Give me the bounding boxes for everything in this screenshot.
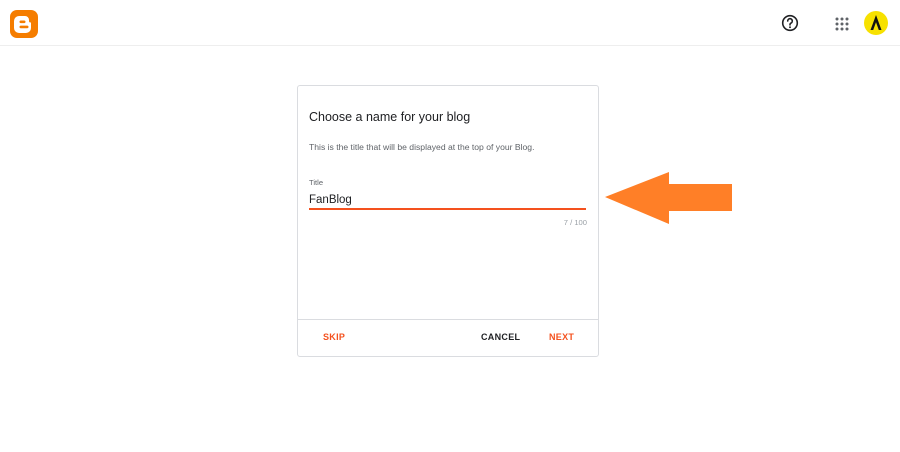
pointer-arrow-icon	[605, 171, 733, 225]
blog-title-input[interactable]	[309, 191, 586, 210]
skip-button[interactable]: SKIP	[323, 332, 345, 342]
cancel-button[interactable]: CANCEL	[481, 332, 520, 342]
next-button[interactable]: NEXT	[549, 332, 574, 342]
character-counter: 7 / 100	[563, 218, 587, 227]
dialog-description: This is the title that will be displayed…	[309, 142, 535, 152]
user-avatar-icon[interactable]	[864, 11, 888, 35]
apps-grid-icon[interactable]	[834, 16, 850, 32]
dialog-footer: SKIP CANCEL NEXT	[298, 319, 598, 356]
top-bar	[0, 0, 900, 46]
help-circle-icon[interactable]	[780, 13, 800, 33]
blogger-logo-icon[interactable]	[10, 10, 38, 38]
title-field-label: Title	[309, 178, 324, 187]
dialog-title: Choose a name for your blog	[309, 110, 471, 124]
blog-name-dialog: Choose a name for your blog This is the …	[297, 85, 599, 357]
